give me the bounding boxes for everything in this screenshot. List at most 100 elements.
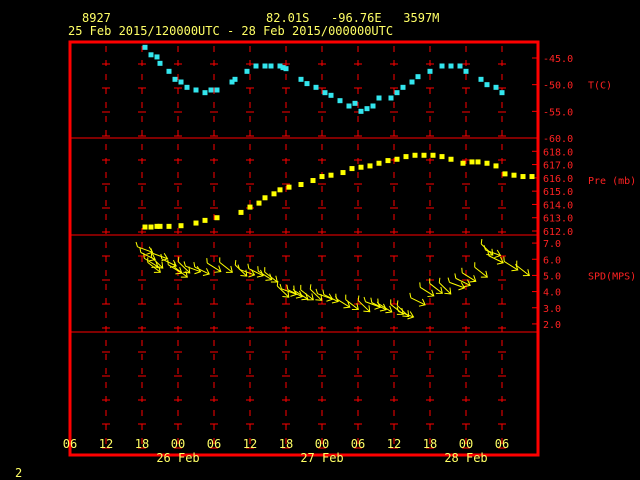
pressure-point [403,154,409,160]
temp-point [148,52,154,58]
pressure-point [484,160,490,166]
wind-arrow [293,285,309,301]
wind-arrow [516,260,530,277]
wind-arrow [247,263,264,278]
wind-arrow [429,278,443,294]
temp-point [457,63,463,69]
x-day-label: 27 Feb [300,451,343,465]
x-day-label: 26 Feb [156,451,199,465]
y-tick-label: 615.0 [543,187,573,198]
y-tick-label: -55.0 [543,107,573,118]
temp-point [364,106,370,112]
pressure-point [529,174,535,180]
temp-point [493,84,499,90]
wind-arrow [193,262,210,276]
x-tick-label: 18 [279,437,293,451]
x-tick-label: 00 [171,437,185,451]
meteogram-chart: 06 12 18 00 06 12 18 00 06 12 18 00 06 26 Feb 27 Feb 28… [63,40,636,465]
temp-point [298,76,304,82]
y-tick-label: 614.0 [543,200,573,211]
x-tick-label: 12 [99,437,113,451]
wind-arrow [183,261,202,275]
temp-point [463,68,469,74]
temp-point [208,87,214,93]
temp-point [439,63,445,69]
series-label: Pre (mb) [588,176,636,187]
temp-point [394,90,400,96]
x-tick-label: 12 [387,437,401,451]
pressure-point [376,160,382,166]
pressure-point [319,174,325,180]
pressure-point [367,163,373,169]
pressure-point [214,215,220,221]
pressure-point [271,191,277,197]
temp-point [346,103,352,109]
temp-point [448,63,454,69]
x-tick-label: 00 [459,437,473,451]
y-tick-label: 6.0 [543,255,561,266]
temp-point [400,84,406,90]
x-tick-label: 00 [315,437,329,451]
x-tick-label: 06 [495,437,509,451]
pressure-point [520,174,526,180]
wind-arrow [396,300,410,318]
pressure-point [349,166,355,172]
pressure-point [178,223,184,229]
temp-point [370,103,376,109]
wind-arrow [219,257,233,273]
temp-point [172,76,178,82]
station-id: 8927 [82,11,111,25]
temp-point [337,98,343,104]
y-tick-label: 618.0 [543,147,573,158]
temp-point [283,66,289,72]
temp-point [484,82,490,88]
y-tick-label: -45.0 [543,54,573,65]
pressure-point [142,224,148,230]
pressure-point [256,200,262,206]
pressure-point [385,158,391,164]
temp-point [253,63,259,69]
pressure-point [157,223,163,229]
series-label: SPD(MPS) [588,271,636,282]
pressure-point [412,152,418,158]
y-tick-label: 617.0 [543,161,573,172]
temp-point [352,100,358,106]
temp-point [304,81,310,87]
temp-point [262,63,268,69]
temp-point [415,74,421,80]
pressure-point [202,217,208,223]
y-tick-label: 5.0 [543,271,561,282]
pressure-point [469,159,475,165]
time-range: 25 Feb 2015/120000UTC - 28 Feb 2015/0000… [68,24,394,38]
y-tick-label: -50.0 [543,81,573,92]
wind-arrow [438,277,452,295]
temp-point [142,44,148,50]
y-tick-label: 612.0 [543,227,573,238]
x-tick-label: 12 [243,437,257,451]
wind-arrow [357,295,371,313]
temp-point [193,87,199,93]
temp-point [322,90,328,96]
temp-point [202,90,208,96]
pressure-point [340,170,346,176]
temp-point [244,68,250,74]
temp-point [499,90,505,96]
page-number: 2 [15,466,23,480]
wind-arrow [396,306,415,320]
pressure-point [286,184,292,190]
temp-point [154,54,160,60]
pressure-point [166,223,172,229]
temp-point [478,76,484,82]
x-tick-label: 18 [135,437,149,451]
pressure-point [247,204,253,210]
y-tick-label: 3.0 [543,304,561,315]
temp-point [184,84,190,90]
temp-point [427,68,433,74]
pressure-point [358,164,364,170]
temp-point [166,68,172,74]
x-day-label: 28 Feb [444,451,487,465]
pressure-point [193,220,199,226]
temp-point [328,92,334,98]
pressure-point [310,178,316,184]
pressure-point [148,224,154,230]
